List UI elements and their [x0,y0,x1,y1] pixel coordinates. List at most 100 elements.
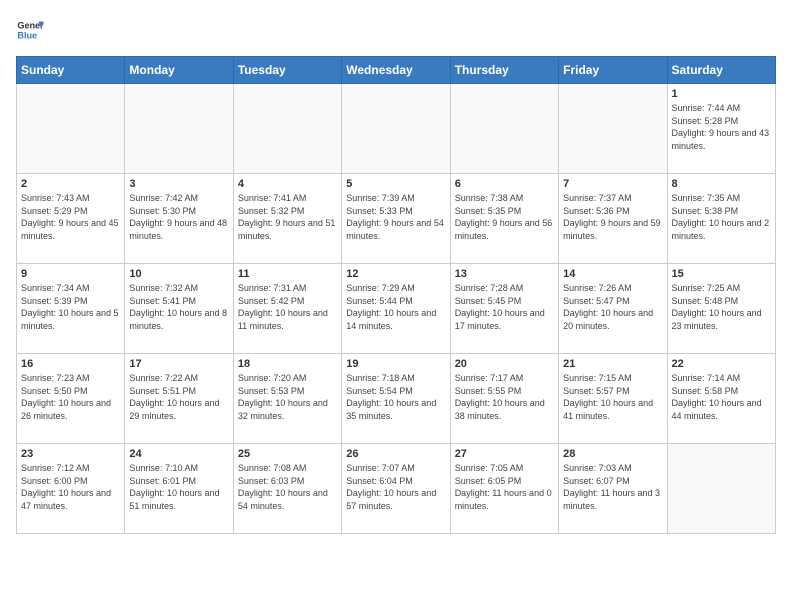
day-number: 21 [563,358,662,370]
calendar-cell: 8 Sunrise: 7:35 AM Sunset: 5:38 PM Daylig… [667,174,775,264]
day-number: 5 [346,178,445,190]
day-number: 24 [129,448,228,460]
day-number: 6 [455,178,554,190]
calendar-cell: 7 Sunrise: 7:37 AM Sunset: 5:36 PM Daylig… [559,174,667,264]
day-number: 9 [21,268,120,280]
calendar-cell [233,84,341,174]
calendar-cell: 26 Sunrise: 7:07 AM Sunset: 6:04 PM Dayli… [342,444,450,534]
day-number: 26 [346,448,445,460]
day-info: Sunrise: 7:10 AM Sunset: 6:01 PM Dayligh… [129,462,228,512]
calendar-cell: 11 Sunrise: 7:31 AM Sunset: 5:42 PM Dayli… [233,264,341,354]
calendar-cell: 13 Sunrise: 7:28 AM Sunset: 5:45 PM Dayli… [450,264,558,354]
day-info: Sunrise: 7:28 AM Sunset: 5:45 PM Dayligh… [455,282,554,332]
weekday-row: SundayMondayTuesdayWednesdayThursdayFrid… [17,57,776,84]
calendar-week-5: 23 Sunrise: 7:12 AM Sunset: 6:00 PM Dayli… [17,444,776,534]
page-header: General Blue [16,16,776,44]
calendar-cell [450,84,558,174]
day-info: Sunrise: 7:41 AM Sunset: 5:32 PM Dayligh… [238,192,337,242]
calendar-cell: 18Sunrise: 7:20 AM Sunset: 5:53 PM Dayli… [233,354,341,444]
day-info: Sunrise: 7:15 AM Sunset: 5:57 PM Dayligh… [563,372,662,422]
day-info: Sunrise: 7:29 AM Sunset: 5:44 PM Dayligh… [346,282,445,332]
day-info: Sunrise: 7:03 AM Sunset: 6:07 PM Dayligh… [563,462,662,512]
day-info: Sunrise: 7:20 AM Sunset: 5:53 PM Dayligh… [238,372,337,422]
day-info: Sunrise: 7:32 AM Sunset: 5:41 PM Dayligh… [129,282,228,332]
calendar-body: 1Sunrise: 7:44 AM Sunset: 5:28 PM Daylig… [17,84,776,534]
calendar-cell: 23 Sunrise: 7:12 AM Sunset: 6:00 PM Dayli… [17,444,125,534]
calendar-week-2: 2 Sunrise: 7:43 AM Sunset: 5:29 PM Daylig… [17,174,776,264]
calendar-header: SundayMondayTuesdayWednesdayThursdayFrid… [17,57,776,84]
calendar-cell: 1Sunrise: 7:44 AM Sunset: 5:28 PM Daylig… [667,84,775,174]
logo: General Blue [16,16,44,44]
day-info: Sunrise: 7:31 AM Sunset: 5:42 PM Dayligh… [238,282,337,332]
calendar-cell: 12 Sunrise: 7:29 AM Sunset: 5:44 PM Dayli… [342,264,450,354]
calendar-week-4: 16 Sunrise: 7:23 AM Sunset: 5:50 PM Dayli… [17,354,776,444]
calendar-cell: 4 Sunrise: 7:41 AM Sunset: 5:32 PM Daylig… [233,174,341,264]
calendar-cell: 16 Sunrise: 7:23 AM Sunset: 5:50 PM Dayli… [17,354,125,444]
day-number: 12 [346,268,445,280]
day-info: Sunrise: 7:35 AM Sunset: 5:38 PM Dayligh… [672,192,771,242]
calendar-cell: 20Sunrise: 7:17 AM Sunset: 5:55 PM Dayli… [450,354,558,444]
calendar-cell: 28 Sunrise: 7:03 AM Sunset: 6:07 PM Dayli… [559,444,667,534]
calendar-cell: 14Sunrise: 7:26 AM Sunset: 5:47 PM Dayli… [559,264,667,354]
day-number: 23 [21,448,120,460]
day-number: 16 [21,358,120,370]
day-number: 17 [129,358,228,370]
day-number: 14 [563,268,662,280]
day-info: Sunrise: 7:07 AM Sunset: 6:04 PM Dayligh… [346,462,445,512]
day-info: Sunrise: 7:38 AM Sunset: 5:35 PM Dayligh… [455,192,554,242]
weekday-header-monday: Monday [125,57,233,84]
calendar-cell [17,84,125,174]
day-number: 3 [129,178,228,190]
day-number: 1 [672,88,771,100]
calendar-cell: 2 Sunrise: 7:43 AM Sunset: 5:29 PM Daylig… [17,174,125,264]
weekday-header-sunday: Sunday [17,57,125,84]
day-number: 13 [455,268,554,280]
day-info: Sunrise: 7:08 AM Sunset: 6:03 PM Dayligh… [238,462,337,512]
weekday-header-thursday: Thursday [450,57,558,84]
calendar-cell [342,84,450,174]
day-info: Sunrise: 7:39 AM Sunset: 5:33 PM Dayligh… [346,192,445,242]
day-number: 8 [672,178,771,190]
calendar-cell [667,444,775,534]
calendar-cell [559,84,667,174]
weekday-header-wednesday: Wednesday [342,57,450,84]
calendar-cell: 5 Sunrise: 7:39 AM Sunset: 5:33 PM Daylig… [342,174,450,264]
day-info: Sunrise: 7:34 AM Sunset: 5:39 PM Dayligh… [21,282,120,332]
calendar-week-1: 1Sunrise: 7:44 AM Sunset: 5:28 PM Daylig… [17,84,776,174]
day-number: 28 [563,448,662,460]
day-number: 4 [238,178,337,190]
day-number: 19 [346,358,445,370]
day-number: 25 [238,448,337,460]
day-info: Sunrise: 7:12 AM Sunset: 6:00 PM Dayligh… [21,462,120,512]
day-number: 11 [238,268,337,280]
day-number: 2 [21,178,120,190]
calendar-cell: 19 Sunrise: 7:18 AM Sunset: 5:54 PM Dayli… [342,354,450,444]
day-number: 7 [563,178,662,190]
calendar-week-3: 9 Sunrise: 7:34 AM Sunset: 5:39 PM Daylig… [17,264,776,354]
day-info: Sunrise: 7:14 AM Sunset: 5:58 PM Dayligh… [672,372,771,422]
calendar-cell: 17 Sunrise: 7:22 AM Sunset: 5:51 PM Dayli… [125,354,233,444]
day-info: Sunrise: 7:43 AM Sunset: 5:29 PM Dayligh… [21,192,120,242]
day-info: Sunrise: 7:37 AM Sunset: 5:36 PM Dayligh… [563,192,662,242]
day-info: Sunrise: 7:25 AM Sunset: 5:48 PM Dayligh… [672,282,771,332]
calendar-cell: 15Sunrise: 7:25 AM Sunset: 5:48 PM Dayli… [667,264,775,354]
calendar-cell: 9 Sunrise: 7:34 AM Sunset: 5:39 PM Daylig… [17,264,125,354]
day-info: Sunrise: 7:23 AM Sunset: 5:50 PM Dayligh… [21,372,120,422]
weekday-header-saturday: Saturday [667,57,775,84]
logo-icon: General Blue [16,16,44,44]
day-number: 27 [455,448,554,460]
weekday-header-tuesday: Tuesday [233,57,341,84]
calendar-table: SundayMondayTuesdayWednesdayThursdayFrid… [16,56,776,534]
day-info: Sunrise: 7:17 AM Sunset: 5:55 PM Dayligh… [455,372,554,422]
day-number: 22 [672,358,771,370]
day-info: Sunrise: 7:18 AM Sunset: 5:54 PM Dayligh… [346,372,445,422]
calendar-cell: 10 Sunrise: 7:32 AM Sunset: 5:41 PM Dayli… [125,264,233,354]
calendar-cell: 21 Sunrise: 7:15 AM Sunset: 5:57 PM Dayli… [559,354,667,444]
day-info: Sunrise: 7:22 AM Sunset: 5:51 PM Dayligh… [129,372,228,422]
calendar-cell: 24 Sunrise: 7:10 AM Sunset: 6:01 PM Dayli… [125,444,233,534]
day-info: Sunrise: 7:42 AM Sunset: 5:30 PM Dayligh… [129,192,228,242]
calendar-cell: 22 Sunrise: 7:14 AM Sunset: 5:58 PM Dayli… [667,354,775,444]
day-number: 10 [129,268,228,280]
calendar-cell [125,84,233,174]
weekday-header-friday: Friday [559,57,667,84]
